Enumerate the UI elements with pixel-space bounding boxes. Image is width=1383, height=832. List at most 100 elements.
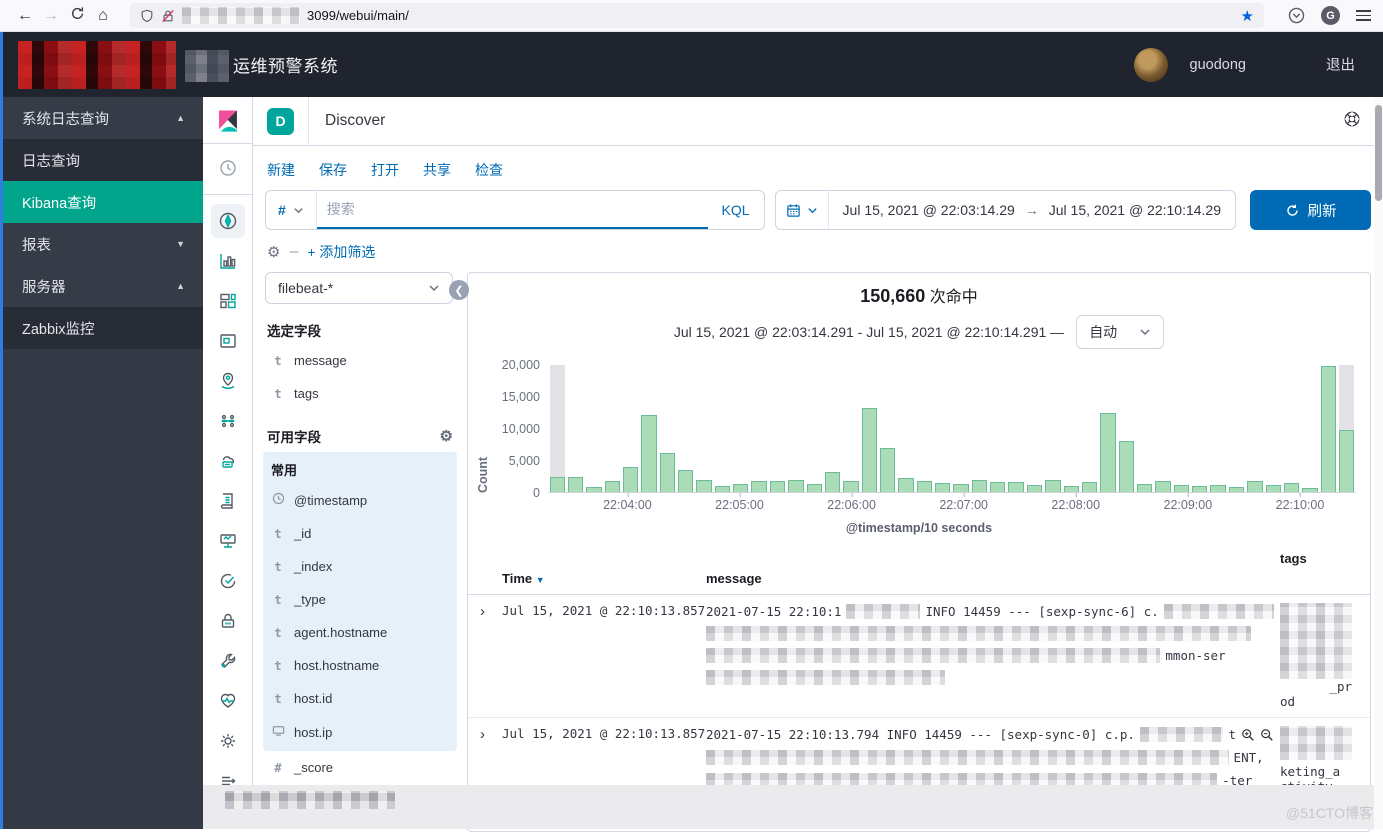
field-item-host-ip[interactable]: host.ip xyxy=(265,715,453,749)
sidebar-item-log-query[interactable]: 日志查询 xyxy=(0,139,203,181)
histogram-bar[interactable] xyxy=(1174,485,1189,492)
sidebar-item-zabbix[interactable]: Zabbix监控 xyxy=(0,307,203,349)
search-input[interactable]: 搜索 xyxy=(317,191,708,229)
histogram-bar[interactable] xyxy=(1210,485,1225,492)
time-end[interactable]: Jul 15, 2021 @ 22:10:14.29 xyxy=(1049,202,1221,218)
nav-dev-tools[interactable] xyxy=(211,644,245,678)
index-pattern-select[interactable]: filebeat-* xyxy=(265,272,453,304)
histogram-bucket[interactable] xyxy=(989,365,1007,492)
histogram-bar[interactable] xyxy=(751,481,766,492)
histogram-bucket[interactable] xyxy=(860,365,878,492)
histogram-bucket[interactable] xyxy=(1191,365,1209,492)
histogram-bucket[interactable] xyxy=(1062,365,1080,492)
histogram-bucket[interactable] xyxy=(585,365,603,492)
nav-logs[interactable] xyxy=(211,484,245,518)
field-item-id[interactable]: t _id xyxy=(265,517,453,550)
histogram-bucket[interactable] xyxy=(677,365,695,492)
histogram-bar[interactable] xyxy=(623,467,638,492)
nav-siem[interactable] xyxy=(211,604,245,638)
histogram-bucket[interactable] xyxy=(1154,365,1172,492)
histogram-bar[interactable] xyxy=(1027,485,1042,492)
histogram-bar[interactable] xyxy=(1192,486,1207,492)
field-item-agent-hostname[interactable]: t agent.hostname xyxy=(265,616,453,649)
open-button[interactable]: 打开 xyxy=(371,160,399,180)
histogram-bar[interactable] xyxy=(1119,441,1134,492)
page-scrollbar[interactable] xyxy=(1374,97,1383,829)
nav-maps[interactable] xyxy=(211,364,245,398)
histogram-bar[interactable] xyxy=(660,453,675,492)
field-item-timestamp[interactable]: @timestamp xyxy=(265,483,453,517)
histogram-bar[interactable] xyxy=(880,448,895,492)
field-item-tags[interactable]: t tags xyxy=(265,377,453,410)
scrollbar-thumb[interactable] xyxy=(1375,105,1382,201)
histogram-bar[interactable] xyxy=(641,415,656,492)
histogram-bucket[interactable] xyxy=(621,365,639,492)
histogram-bar[interactable] xyxy=(733,484,748,492)
histogram-bar[interactable] xyxy=(550,477,565,492)
new-button[interactable]: 新建 xyxy=(267,160,295,180)
histogram-bucket[interactable] xyxy=(713,365,731,492)
histogram-bar[interactable] xyxy=(770,481,785,492)
recently-viewed-button[interactable] xyxy=(211,151,245,185)
home-icon[interactable]: ⌂ xyxy=(90,7,116,25)
nav-management[interactable] xyxy=(211,724,245,758)
histogram-bucket[interactable] xyxy=(842,365,860,492)
histogram-bucket[interactable] xyxy=(768,365,786,492)
histogram-bar[interactable] xyxy=(788,480,803,492)
nav-dashboard[interactable] xyxy=(211,284,245,318)
histogram-bucket[interactable] xyxy=(750,365,768,492)
insecure-lock-icon[interactable] xyxy=(161,9,175,23)
browser-menu-icon[interactable] xyxy=(1356,10,1371,21)
forward-icon[interactable]: → xyxy=(38,7,64,25)
histogram-bucket[interactable] xyxy=(1136,365,1154,492)
filter-options-gear-icon[interactable]: ⚙ xyxy=(267,243,280,261)
histogram-bucket[interactable] xyxy=(934,365,952,492)
histogram-bucket[interactable] xyxy=(952,365,970,492)
histogram-bar[interactable] xyxy=(1155,481,1170,492)
nav-canvas[interactable] xyxy=(211,324,245,358)
histogram-bar[interactable] xyxy=(1008,482,1023,492)
query-language-button[interactable]: KQL xyxy=(708,191,764,229)
histogram-bucket[interactable] xyxy=(1080,365,1098,492)
histogram-bucket[interactable] xyxy=(566,365,584,492)
histogram-bar[interactable] xyxy=(1302,488,1317,492)
filter-out-value-icon[interactable] xyxy=(1260,728,1274,742)
sidebar-item-system-log-query[interactable]: 系统日志查询▲ xyxy=(0,97,203,139)
histogram-bucket[interactable] xyxy=(1301,365,1319,492)
filter-for-value-icon[interactable] xyxy=(1241,728,1255,742)
sidebar-item-servers[interactable]: 服务器▲ xyxy=(0,265,203,307)
save-button[interactable]: 保存 xyxy=(319,160,347,180)
histogram-bucket[interactable] xyxy=(1319,365,1337,492)
histogram-bar[interactable] xyxy=(1266,485,1281,492)
histogram-bucket[interactable] xyxy=(915,365,933,492)
histogram-bar[interactable] xyxy=(862,408,877,492)
histogram-bar[interactable] xyxy=(1284,483,1299,492)
histogram-bucket[interactable] xyxy=(1025,365,1043,492)
sidebar-item-kibana-query[interactable]: Kibana查询 xyxy=(0,181,203,223)
nav-metrics[interactable] xyxy=(211,444,245,478)
help-menu-icon[interactable] xyxy=(1343,110,1361,133)
nav-uptime[interactable] xyxy=(211,564,245,598)
nav-machine-learning[interactable] xyxy=(211,404,245,438)
histogram-bar[interactable] xyxy=(843,481,858,492)
histogram-bar[interactable] xyxy=(898,478,913,492)
histogram-bar[interactable] xyxy=(678,470,693,492)
histogram-bar[interactable] xyxy=(972,480,987,492)
url-bar[interactable]: 3099/webui/main/ ★ xyxy=(130,3,1264,28)
interval-select[interactable]: 自动 xyxy=(1076,315,1164,349)
kibana-logo[interactable] xyxy=(203,97,252,144)
field-item-score[interactable]: # _score xyxy=(265,751,453,784)
histogram-bucket[interactable] xyxy=(878,365,896,492)
histogram-bucket[interactable] xyxy=(1264,365,1282,492)
inspect-button[interactable]: 检查 xyxy=(475,160,503,180)
bookmark-star-icon[interactable]: ★ xyxy=(1241,7,1254,25)
histogram-bar[interactable] xyxy=(568,477,583,492)
histogram-bar[interactable] xyxy=(917,481,932,492)
histogram-bar[interactable] xyxy=(807,484,822,492)
histogram-bar[interactable] xyxy=(953,484,968,492)
histogram-bucket[interactable] xyxy=(658,365,676,492)
histogram-bar[interactable] xyxy=(1137,484,1152,492)
histogram-bucket[interactable] xyxy=(1117,365,1135,492)
field-item-host-id[interactable]: t host.id xyxy=(265,682,453,715)
nav-discover[interactable] xyxy=(211,204,245,238)
